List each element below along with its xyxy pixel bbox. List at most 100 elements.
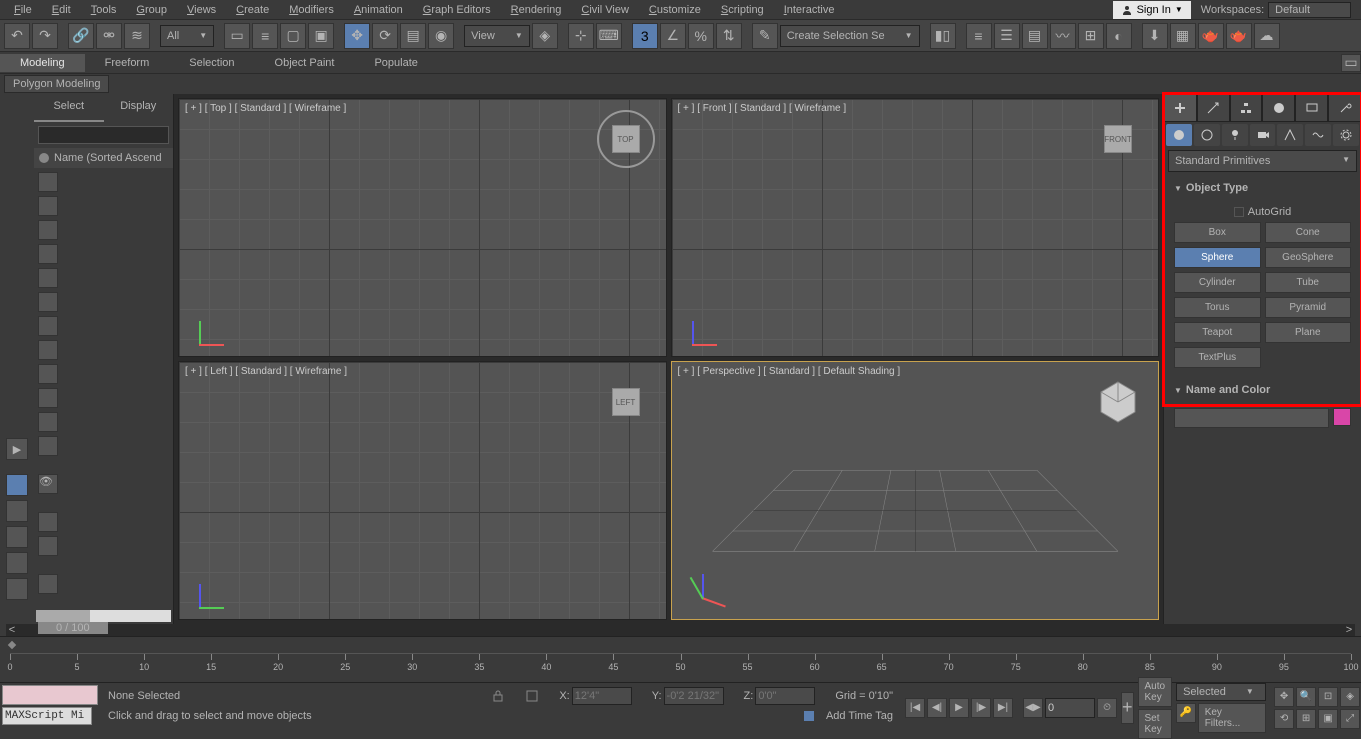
select-object-button[interactable]: ▭ [224,23,250,49]
ribbon-expand-button[interactable]: ▭ [1341,54,1361,72]
nav-orbit-button[interactable]: ⟲ [1274,709,1294,729]
keyboard-shortcut-button[interactable]: ⌨ [596,23,622,49]
scene-tab-select[interactable]: Select [34,94,104,122]
ribbon-tab-objectpaint[interactable]: Object Paint [255,54,355,72]
layer-explorer-button[interactable]: ☰ [994,23,1020,49]
material-editor-button[interactable]: ◐ [1106,23,1132,49]
key-filters-icon-button[interactable]: 🔑 [1176,703,1196,723]
coord-z-input[interactable] [755,687,815,705]
layout-4view-button[interactable] [6,474,28,496]
named-selection-dropdown[interactable]: Create Selection Se▼ [780,25,920,47]
select-rect-button[interactable]: ▢ [280,23,306,49]
menu-file[interactable]: File [4,2,42,18]
ribbon-tab-freeform[interactable]: Freeform [85,54,170,72]
object-btn-sphere[interactable]: Sphere [1174,247,1261,268]
viewcube-left[interactable]: LEFT [596,372,656,432]
nav-max-toggle-button[interactable]: ▣ [1318,709,1338,729]
filter-frozen-icon[interactable] [38,412,58,432]
cmd-sub-geometry[interactable] [1166,124,1192,146]
select-move-button[interactable]: ✥ [344,23,370,49]
object-btn-plane[interactable]: Plane [1265,322,1352,343]
viewport-top[interactable]: [ + ] [ Top ] [ Standard ] [ Wireframe ]… [178,98,667,357]
auto-key-button[interactable]: Auto Key [1138,677,1173,707]
undo-button[interactable]: ↶ [4,23,30,49]
schematic-view-button[interactable]: ⊞ [1078,23,1104,49]
play-button[interactable]: ▶ [949,698,969,718]
coord-x-input[interactable] [572,687,632,705]
cmd-tab-create[interactable] [1164,94,1197,122]
scene-menu-icon[interactable] [38,574,58,594]
menu-interactive[interactable]: Interactive [774,2,845,18]
filter-shapes-icon[interactable] [38,196,58,216]
cmd-tab-utilities[interactable] [1328,94,1361,122]
toggle-ribbon-button[interactable]: ▤ [1022,23,1048,49]
menu-scripting[interactable]: Scripting [711,2,774,18]
layout-alt4-button[interactable] [6,578,28,600]
menu-customize[interactable]: Customize [639,2,711,18]
viewport-perspective[interactable]: [ + ] [ Perspective ] [ Standard ] [ Def… [671,361,1160,620]
goto-start-button[interactable]: |◀ [905,698,925,718]
filter-container-icon[interactable] [38,388,58,408]
layout-alt3-button[interactable] [6,552,28,574]
menu-animation[interactable]: Animation [344,2,413,18]
time-slider-handle[interactable]: 0 / 100 [38,622,108,634]
select-rotate-button[interactable]: ⟳ [372,23,398,49]
spinner-snap-button[interactable]: ⇅ [716,23,742,49]
nav-field-button[interactable]: ◈ [1340,687,1360,707]
filter-groups-icon[interactable] [38,316,58,336]
object-btn-tube[interactable]: Tube [1265,272,1352,293]
filter-geometry-icon[interactable] [38,172,58,192]
primitives-dropdown[interactable]: Standard Primitives▼ [1168,150,1357,172]
layout-alt2-button[interactable] [6,526,28,548]
object-btn-geosphere[interactable]: GeoSphere [1265,247,1352,268]
menu-create[interactable]: Create [226,2,279,18]
filter-spacewarps-icon[interactable] [38,292,58,312]
select-manipulate-button[interactable]: ⊹ [568,23,594,49]
key-filter-dropdown[interactable]: Selected▼ [1176,683,1266,701]
bind-button[interactable]: ≋ [124,23,150,49]
filter-hidden-icon[interactable] [38,436,58,456]
macro-recorder-box[interactable] [2,685,98,705]
select-name-button[interactable]: ≡ [252,23,278,49]
cmd-tab-hierarchy[interactable] [1230,94,1263,122]
cmd-sub-cameras[interactable] [1250,124,1276,146]
rendered-frame-button[interactable]: ▦ [1170,23,1196,49]
maxscript-input[interactable] [2,707,92,725]
nav-zoom-button[interactable]: 🔍 [1296,687,1316,707]
ribbon-chip-polygon-modeling[interactable]: Polygon Modeling [4,75,109,93]
object-btn-teapot[interactable]: Teapot [1174,322,1261,343]
render-production-button[interactable]: 🫖 [1198,23,1224,49]
object-btn-textplus[interactable]: TextPlus [1174,347,1261,368]
layout-alt1-button[interactable] [6,500,28,522]
nav-zoom-extents-button[interactable]: ⊡ [1318,687,1338,707]
rollout-object-type[interactable]: ▼Object Type [1168,178,1357,198]
select-scale-button[interactable]: ▤ [400,23,426,49]
scene-tab-display[interactable]: Display [104,94,174,122]
cmd-sub-shapes[interactable] [1194,124,1220,146]
workspaces-selector[interactable]: Workspaces: Default [1195,2,1357,18]
filter-cameras-icon[interactable] [38,244,58,264]
unlink-button[interactable]: ⚮ [96,23,122,49]
object-btn-pyramid[interactable]: Pyramid [1265,297,1352,318]
curve-editor-button[interactable]: 〰 [1050,23,1076,49]
cmd-tab-motion[interactable] [1262,94,1295,122]
object-btn-cylinder[interactable]: Cylinder [1174,272,1261,293]
lock-icon[interactable] [491,689,505,703]
rollout-name-color[interactable]: ▼Name and Color [1168,380,1357,400]
nav-pan-button[interactable]: ✥ [1274,687,1294,707]
cmd-sub-spacewarps[interactable] [1305,124,1331,146]
scene-hscroll[interactable] [36,610,171,622]
ribbon-tab-populate[interactable]: Populate [354,54,437,72]
render-setup-button[interactable]: ⬇ [1142,23,1168,49]
cmd-sub-systems[interactable] [1333,124,1359,146]
link-button[interactable]: 🔗 [68,23,94,49]
display-all-icon[interactable]: 👁 [38,474,58,494]
angle-snap-button[interactable]: ∠ [660,23,686,49]
ref-coord-dropdown[interactable]: View▼ [464,25,530,47]
key-mode-button[interactable]: ◀▶ [1023,698,1043,718]
menu-rendering[interactable]: Rendering [501,2,572,18]
autogrid-checkbox[interactable]: AutoGrid [1174,202,1351,222]
display-invert-icon[interactable] [38,536,58,556]
key-filters-button[interactable]: Key Filters... [1198,703,1266,733]
filter-lights-icon[interactable] [38,220,58,240]
